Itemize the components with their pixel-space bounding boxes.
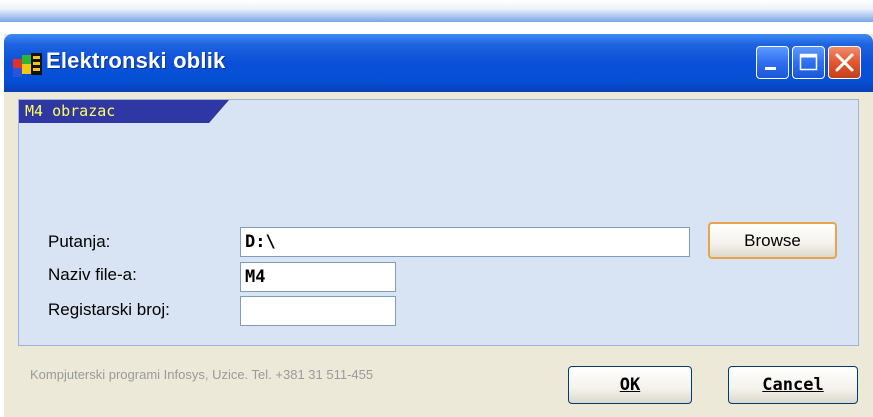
title-bar[interactable]: Elektronski oblik <box>4 34 873 92</box>
ok-button[interactable]: OK <box>568 366 692 404</box>
footer-credits: Kompjuterski programi Infosys, Uzice. Te… <box>30 367 374 382</box>
panel-tab-label: M4 obrazac <box>25 102 116 120</box>
close-button[interactable] <box>828 46 861 79</box>
cancel-button-label: Cancel <box>762 375 824 395</box>
browse-button[interactable]: Browse <box>708 222 837 259</box>
cancel-button[interactable]: Cancel <box>728 366 858 404</box>
putanja-input[interactable]: D:\ <box>240 227 690 257</box>
desktop-background <box>0 0 873 22</box>
putanja-label: Putanja: <box>48 232 111 251</box>
ok-button-label: OK <box>619 375 641 395</box>
naziv-file-label: Naziv file-a: <box>48 265 137 284</box>
window-title: Elektronski oblik <box>46 48 226 73</box>
close-icon <box>835 53 854 72</box>
minimize-icon <box>765 67 776 70</box>
minimize-button[interactable] <box>756 46 789 79</box>
maximize-icon <box>799 53 818 71</box>
registarski-broj-label: Registarski broj: <box>48 300 170 319</box>
maximize-button[interactable] <box>792 46 825 79</box>
dialog-window: Elektronski oblik M4 obrazac Putanja: D:… <box>4 34 873 417</box>
registarski-broj-input[interactable] <box>240 296 396 326</box>
naziv-file-input[interactable]: M4 <box>240 262 396 292</box>
app-icon <box>13 53 42 77</box>
